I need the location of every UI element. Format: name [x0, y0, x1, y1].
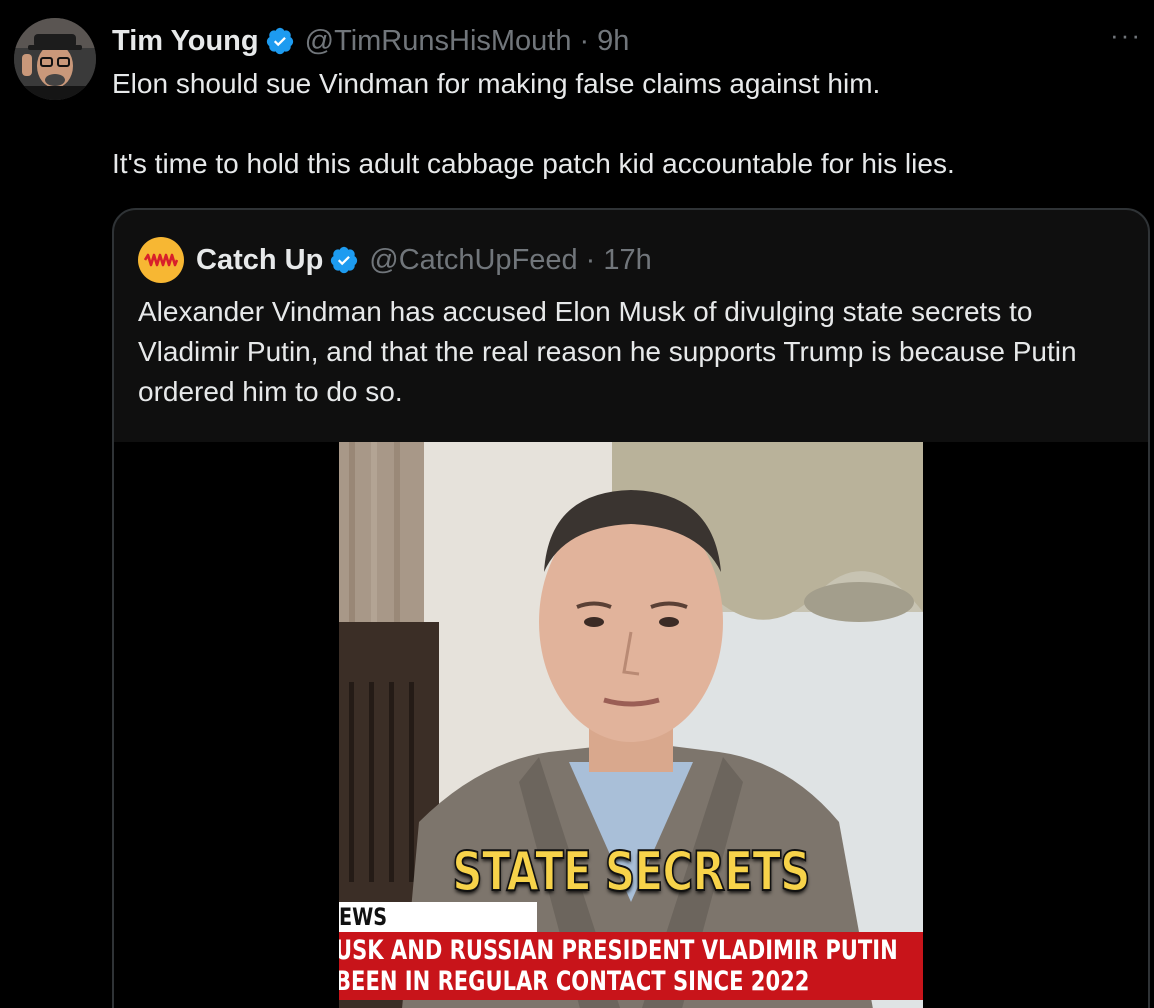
- author-avatar[interactable]: [14, 18, 96, 100]
- catchup-logo-icon[interactable]: [138, 237, 184, 283]
- separator-dot: ·: [579, 24, 590, 57]
- tweet-header: Tim Young @TimRunsHisMouth · 9h: [112, 20, 629, 62]
- quoted-media[interactable]: STATE SECRETS EWS USK AND RUSSIAN PRESID…: [114, 442, 1148, 1008]
- quoted-author-handle[interactable]: @CatchUpFeed: [369, 244, 577, 277]
- network-label: EWS: [339, 902, 537, 932]
- verified-badge-icon: [331, 246, 358, 274]
- video-caption: STATE SECRETS: [451, 839, 811, 904]
- separator-dot: ·: [585, 243, 596, 276]
- verified-badge-icon: [266, 27, 293, 55]
- news-ticker: USK AND RUSSIAN PRESIDENT VLADIMIR PUTIN…: [339, 932, 923, 1000]
- avatar-image: [14, 18, 96, 100]
- author-name[interactable]: Tim Young: [112, 25, 259, 58]
- network-label-text: EWS: [339, 903, 388, 931]
- quoted-tweet-header: Catch Up @CatchUpFeed · 17h: [138, 237, 652, 283]
- tweet-text-line-2: It's time to hold this adult cabbage pat…: [112, 148, 955, 179]
- ticker-line-2: BEEN IN REGULAR CONTACT SINCE 2022: [339, 966, 810, 997]
- quoted-timestamp[interactable]: 17h: [603, 244, 651, 277]
- tweet-text-line-1: Elon should sue Vindman for making false…: [112, 68, 881, 99]
- video-player[interactable]: STATE SECRETS EWS USK AND RUSSIAN PRESID…: [339, 442, 923, 1008]
- author-handle[interactable]: @TimRunsHisMouth: [305, 25, 572, 58]
- quoted-author-name[interactable]: Catch Up: [196, 244, 323, 277]
- tweet-timestamp[interactable]: 9h: [597, 25, 629, 58]
- quoted-tweet[interactable]: Catch Up @CatchUpFeed · 17h Alexander Vi…: [112, 208, 1150, 1008]
- quoted-tweet-text: Alexander Vindman has accused Elon Musk …: [138, 296, 1077, 407]
- ticker-line-1: USK AND RUSSIAN PRESIDENT VLADIMIR PUTIN: [339, 935, 898, 966]
- more-options-icon[interactable]: ···: [1110, 20, 1142, 51]
- tweet-card[interactable]: Tim Young @TimRunsHisMouth · 9h ··· Elon…: [0, 0, 1154, 1008]
